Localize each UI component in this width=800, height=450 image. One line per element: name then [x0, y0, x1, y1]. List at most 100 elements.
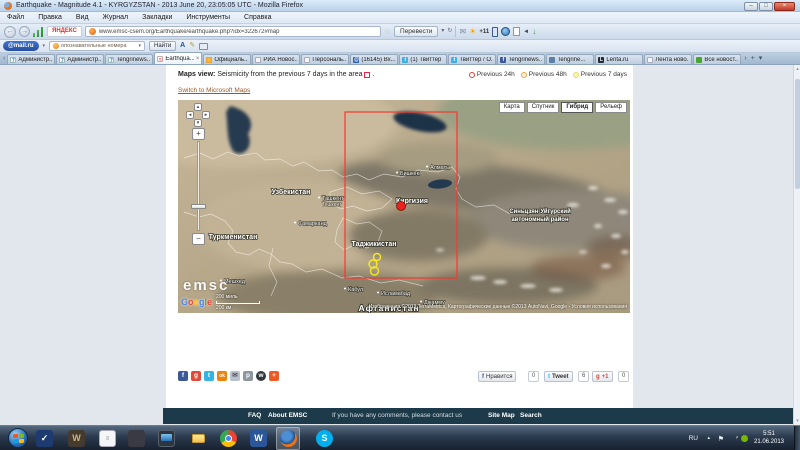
menu-help[interactable]: Справка — [237, 14, 278, 21]
tab-twitter-1[interactable]: t(1) Твиттер — [399, 54, 447, 64]
facebook-share-icon[interactable]: f — [178, 371, 188, 381]
epicenter-marker[interactable] — [397, 202, 406, 211]
forward-button[interactable]: → — [19, 26, 30, 37]
zoom-slider-track[interactable] — [197, 141, 200, 231]
tab-inbox[interactable]: @(16145) Вх... — [350, 54, 398, 64]
mailru-logo-button[interactable]: @mail.ru — [3, 41, 39, 51]
menu-history[interactable]: Журнал — [96, 14, 136, 21]
yandex-button[interactable]: ЯНДЕКС — [47, 26, 82, 37]
map-button-sputnik[interactable]: Спутник — [527, 102, 560, 113]
close-button[interactable]: × — [774, 2, 795, 11]
maximize-button[interactable]: □ — [759, 2, 773, 11]
rank-bars-icon[interactable] — [33, 26, 44, 37]
map-button-gibrid[interactable]: Гибрид — [561, 102, 593, 113]
list-all-tabs-icon[interactable]: ▾ — [757, 53, 765, 64]
pencil-icon[interactable]: ✎ — [189, 41, 195, 51]
minimize-button[interactable]: – — [744, 2, 758, 11]
taskbar-wot-icon[interactable]: W — [68, 430, 85, 447]
email-share-icon[interactable]: ✉ — [230, 371, 240, 381]
camera-icon[interactable] — [199, 43, 208, 50]
menu-view[interactable]: Вид — [69, 14, 96, 21]
translate-dropdown-icon[interactable]: ▾ — [441, 26, 444, 37]
mail-extension-icon[interactable]: ✉ — [459, 26, 466, 38]
back-button[interactable]: ← — [4, 26, 16, 38]
pan-up-icon[interactable]: ▲ — [194, 103, 202, 111]
googleplus-share-icon[interactable]: g — [191, 371, 201, 381]
weather-extension-icon[interactable]: ☀ — [469, 26, 476, 38]
globe-extension-icon[interactable] — [501, 27, 510, 36]
page-extension-icon[interactable] — [513, 27, 520, 36]
pan-left-icon[interactable]: ◄ — [186, 111, 194, 119]
start-button[interactable] — [8, 428, 28, 448]
twitter-share-icon[interactable]: t — [204, 371, 214, 381]
url-text[interactable]: www.emsc-csem.org/Earthquake/earthquake.… — [99, 29, 377, 35]
taskbar-skype-icon[interactable]: S — [316, 430, 333, 447]
taskbar-dark-app-icon[interactable] — [128, 430, 145, 447]
footer-search-link[interactable]: Search — [520, 412, 542, 419]
odnoklassniki-share-icon[interactable]: ok — [217, 371, 227, 381]
tab-official[interactable]: Официаль... — [203, 54, 251, 64]
wordpress-share-icon[interactable]: w — [256, 371, 266, 381]
scroll-up-icon[interactable]: ▴ — [794, 66, 800, 72]
download-extension-icon[interactable]: ↓ — [532, 26, 536, 38]
footer-sitemap-link[interactable]: Site Map — [488, 412, 515, 419]
tab-personal[interactable]: Персональ... — [301, 54, 349, 64]
mailru-dropdown-icon[interactable]: ▾ — [43, 43, 46, 49]
scrollbar-thumb[interactable] — [795, 79, 800, 189]
taskbar-check-app-icon[interactable]: ✓ — [36, 430, 53, 447]
taskbar-firefox-icon[interactable] — [280, 430, 297, 447]
tab-admin-2[interactable]: 7Администр... — [56, 54, 104, 64]
menu-edit[interactable]: Правка — [31, 14, 69, 21]
menu-tools[interactable]: Инструменты — [179, 14, 237, 21]
tab-tengrinews-admin[interactable]: 7Tengrinews... — [105, 54, 153, 64]
tweet-button[interactable]: tTweet — [544, 371, 573, 382]
tab-lenta[interactable]: LLenta.ru — [595, 54, 643, 64]
tab-all-news[interactable]: Все новост... — [693, 54, 741, 64]
action-center-flag-icon[interactable]: ⚑ — [718, 435, 724, 443]
footer-about-link[interactable]: About EMSC — [268, 412, 307, 419]
pan-control[interactable]: ▲ ◄ ► ▼ — [186, 103, 210, 127]
show-desktop-button[interactable] — [794, 426, 800, 450]
phone-extension-icon[interactable] — [492, 27, 498, 37]
taskbar-word-icon[interactable]: W — [250, 430, 267, 447]
zoom-in-button[interactable]: + — [192, 128, 205, 140]
mailru-search-value[interactable]: опознавательные номера — [61, 43, 136, 49]
switch-to-microsoft-maps-link[interactable]: Switch to Microsoft Maps — [178, 87, 250, 94]
search-dropdown-icon[interactable]: ▾ — [139, 43, 142, 49]
new-tab-button[interactable]: + — [749, 53, 757, 64]
tab-admin-1[interactable]: 7Администр... — [7, 54, 55, 64]
pan-right-icon[interactable]: ► — [202, 111, 210, 119]
addthis-share-icon[interactable]: + — [269, 371, 279, 381]
footer-comments-link[interactable]: If you have any comments, please contact… — [332, 412, 462, 419]
footer-faq-link[interactable]: FAQ — [248, 412, 261, 419]
fontsize-icon[interactable]: A — [180, 41, 185, 51]
plusone-button[interactable]: g+1 — [592, 371, 613, 382]
taskbar-notepad-icon[interactable]: ≡ — [99, 430, 116, 447]
zoom-out-button[interactable]: − — [192, 233, 205, 245]
zoom-slider-handle[interactable] — [191, 204, 206, 209]
tab-ria-news[interactable]: РИА Новос... — [252, 54, 300, 64]
taskbar-clock[interactable]: 5:51 21.06.2013 — [746, 430, 792, 446]
facebook-like-button[interactable]: fНравится — [478, 371, 516, 382]
mailru-search-field[interactable]: опознавательные номера ▾ — [49, 41, 145, 51]
pan-down-icon[interactable]: ▼ — [194, 119, 202, 127]
menu-file[interactable]: Файл — [0, 14, 31, 21]
translate-button[interactable]: Перевести — [394, 26, 438, 37]
map-button-relef[interactable]: Рельеф — [595, 102, 627, 113]
tab-earthquake-active[interactable]: ≈Earthqua...× — [154, 52, 202, 64]
taskbar-chrome-icon[interactable] — [220, 430, 237, 447]
network-icon[interactable]: ⸗ — [736, 435, 738, 441]
taskbar-display-icon[interactable] — [158, 430, 175, 447]
url-bar[interactable]: www.emsc-csem.org/Earthquake/earthquake.… — [85, 26, 381, 37]
print-icon[interactable]: p — [243, 371, 253, 381]
taskbar-explorer-icon[interactable] — [190, 430, 207, 447]
menu-bookmarks[interactable]: Закладки — [135, 14, 179, 21]
tab-tengrinews-facebook[interactable]: fTengrinews... — [497, 54, 545, 64]
map-button-karta[interactable]: Карта — [499, 102, 525, 113]
tab-lenta-news[interactable]: Лента ново... — [644, 54, 692, 64]
tab-close-icon[interactable]: × — [196, 56, 200, 62]
find-button[interactable]: Найти — [149, 41, 176, 51]
vertical-scrollbar[interactable]: ▴ ▾ — [793, 65, 800, 425]
tab-tengrinews-2[interactable]: Tengrine... — [546, 54, 594, 64]
reload-icon[interactable]: ↻ — [447, 26, 452, 37]
